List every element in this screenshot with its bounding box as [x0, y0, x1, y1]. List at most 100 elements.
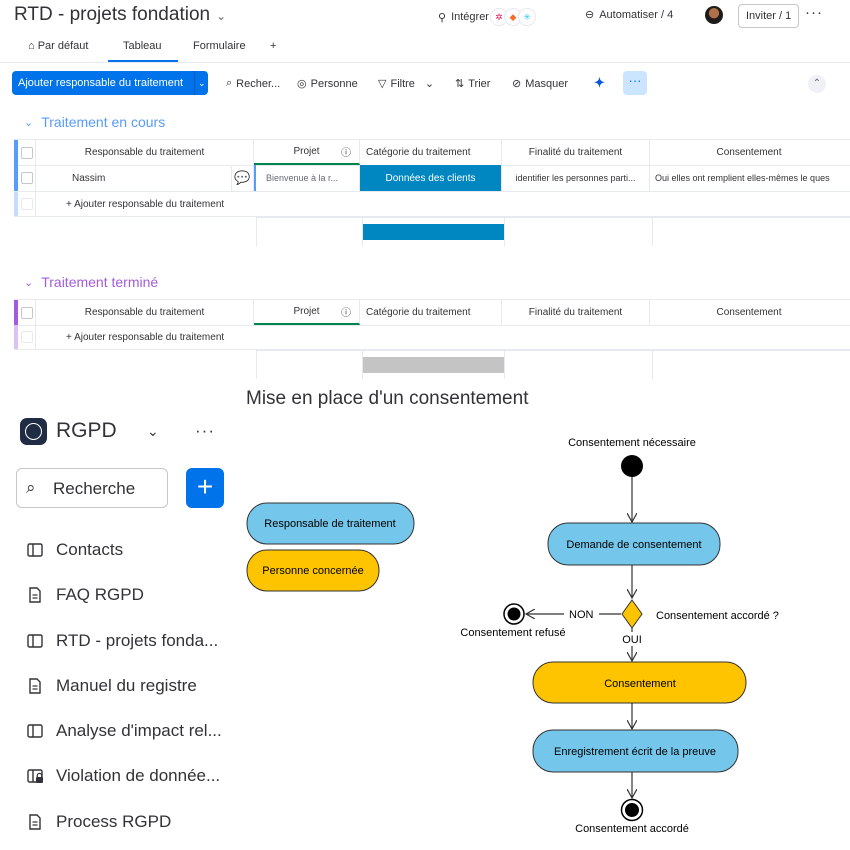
item-name-cell[interactable]: Nassim	[36, 165, 232, 191]
sidebar-item-impact-analysis[interactable]: Analyse d'impact rel...	[26, 721, 222, 741]
group-header[interactable]: ⌄ Traitement en cours	[24, 114, 165, 130]
sidebar-item-rtd[interactable]: RTD - projets fonda...	[26, 631, 218, 651]
category-status-cell[interactable]: Données des clients	[360, 165, 502, 191]
integration-app-icons: ✲ ◆ ✳	[489, 8, 536, 26]
more-icon[interactable]: ···	[195, 421, 215, 441]
column-header-category[interactable]: Catégorie du traitement	[360, 300, 502, 325]
ai-assistant-icon[interactable]: ✦	[594, 75, 610, 91]
workspace-name[interactable]: RGPD	[56, 419, 117, 443]
column-header-name[interactable]: Responsable du traitement	[36, 300, 254, 325]
automate-label: Automatiser / 4	[599, 8, 674, 21]
sidebar-item-label: RTD - projets fonda...	[56, 631, 219, 650]
sidebar-item-label: Process RGPD	[56, 812, 172, 831]
hide-label: Masquer	[525, 77, 569, 90]
decision-node	[621, 599, 643, 629]
add-button[interactable]: +	[186, 468, 224, 508]
add-item-label[interactable]: + Ajouter responsable du traitement	[36, 325, 850, 349]
column-header-category[interactable]: Catégorie du traitement	[360, 140, 502, 165]
tab-default[interactable]: ⌂ Par défaut	[28, 40, 88, 52]
home-icon: ⌂	[28, 40, 35, 52]
doc-icon	[26, 813, 44, 831]
column-header-name[interactable]: Responsable du traitement	[36, 140, 254, 165]
hide-button[interactable]: ⊘ Masquer	[512, 77, 569, 91]
search-label: Recher...	[236, 77, 281, 90]
sidebar-item-manual[interactable]: Manuel du registre	[26, 676, 197, 696]
automate-button[interactable]: ⊖ Automatiser / 4	[585, 8, 674, 22]
info-icon[interactable]: ⓘ	[341, 144, 351, 159]
filter-label: Filtre	[390, 77, 415, 90]
avatar[interactable]	[705, 6, 723, 24]
group-title: Traitement terminé	[41, 274, 159, 290]
column-header-project[interactable]: Projet ⓘ	[254, 300, 360, 325]
select-all-checkbox[interactable]	[18, 300, 36, 325]
info-icon[interactable]: ⓘ	[341, 304, 351, 319]
chevron-down-icon[interactable]: ⌄	[425, 77, 434, 90]
more-options-button[interactable]: ···	[623, 71, 647, 95]
add-item-row[interactable]: + Ajouter responsable du traitement	[14, 325, 850, 350]
board-title[interactable]: RTD - projets fondation ⌄	[14, 4, 226, 26]
category-summary[interactable]	[363, 351, 505, 379]
tab-table[interactable]: Tableau	[123, 40, 162, 52]
column-header-project-label: Projet	[293, 306, 320, 317]
purpose-cell[interactable]: identifier les personnes parti...	[502, 165, 650, 191]
sidebar-item-process[interactable]: Process RGPD	[26, 812, 171, 832]
person-icon: ◎	[297, 78, 307, 90]
new-item-button[interactable]: Ajouter responsable du traitement ⌄	[12, 71, 208, 95]
tab-form[interactable]: Formulaire	[193, 40, 246, 52]
row-checkbox[interactable]	[18, 165, 36, 191]
chevron-down-icon[interactable]: ⌄	[24, 116, 33, 129]
refused-label: Consentement refusé	[460, 627, 565, 639]
table-row[interactable]: Nassim 💬 Bienvenue à la r... Données des…	[14, 165, 850, 192]
column-header-project-label: Projet	[293, 146, 320, 157]
integrate-button[interactable]: ⚲ Intégrer ✲ ◆ ✳	[438, 8, 536, 26]
row-checkbox	[18, 325, 36, 349]
sidebar-item-label: Analyse d'impact rel...	[56, 721, 222, 740]
end-label: Consentement accordé	[575, 823, 689, 835]
group-header[interactable]: ⌄ Traitement terminé	[24, 274, 158, 290]
chevron-down-icon[interactable]: ⌄	[24, 276, 33, 289]
select-all-checkbox[interactable]	[18, 140, 36, 165]
search-button[interactable]: ⌕ Recher...	[226, 77, 280, 90]
project-cell[interactable]: Bienvenue à la r...	[254, 165, 360, 191]
board-icon	[26, 541, 44, 559]
filter-button[interactable]: ▽ Filtre ⌄	[378, 77, 434, 91]
legend-subject-label: Personne concernée	[262, 565, 364, 577]
sort-button[interactable]: ⇅ Trier	[455, 77, 490, 91]
add-item-label[interactable]: + Ajouter responsable du traitement	[36, 192, 850, 216]
column-header-purpose[interactable]: Finalité du traitement	[502, 140, 650, 165]
column-header-consent[interactable]: Consentement	[650, 300, 848, 325]
status-distribution-bar	[363, 224, 504, 240]
board-title-text: RTD - projets fondation	[14, 4, 211, 25]
consent-cell[interactable]: Oui elles ont remplient elles-mêmes le q…	[650, 165, 848, 191]
app-icon: ✳	[517, 8, 536, 26]
robot-icon: ⊖	[585, 9, 595, 21]
search-input[interactable]: ⌕ Recherche	[16, 468, 168, 508]
chevron-down-icon[interactable]: ⌄	[147, 423, 159, 440]
add-view-button[interactable]: +	[270, 40, 276, 52]
refused-end-node-core	[507, 607, 521, 621]
chevron-down-icon[interactable]: ⌄	[216, 9, 226, 23]
add-update-icon[interactable]: 💬	[232, 165, 254, 191]
sidebar-item-contacts[interactable]: Contacts	[26, 540, 123, 560]
request-consent-label: Demande de consentement	[566, 539, 701, 551]
integrate-label: Intégrer	[451, 11, 489, 23]
doc-icon	[26, 677, 44, 695]
column-header-consent[interactable]: Consentement	[650, 140, 848, 165]
plug-icon: ⚲	[438, 11, 447, 24]
add-item-row[interactable]: + Ajouter responsable du traitement	[14, 192, 850, 217]
category-summary[interactable]	[363, 218, 505, 246]
column-header-purpose[interactable]: Finalité du traitement	[502, 300, 650, 325]
person-filter-button[interactable]: ◎ Personne	[297, 77, 358, 91]
more-icon[interactable]: ···	[805, 4, 823, 21]
no-label: NON	[569, 609, 594, 621]
column-header-project[interactable]: Projet ⓘ	[254, 140, 360, 165]
board-icon	[26, 632, 44, 650]
collapse-icon[interactable]: ⌃	[808, 75, 826, 93]
chevron-down-icon[interactable]: ⌄	[198, 71, 206, 95]
end-node-core	[625, 803, 639, 817]
sidebar-item-faq[interactable]: FAQ RGPD	[26, 585, 144, 605]
sidebar-item-data-breach[interactable]: Violation de donnée...	[26, 766, 220, 786]
search-placeholder: Recherche	[53, 479, 136, 498]
column-header-row: Responsable du traitement Projet ⓘ Catég…	[14, 299, 850, 326]
invite-button[interactable]: Inviter / 1	[738, 4, 800, 28]
